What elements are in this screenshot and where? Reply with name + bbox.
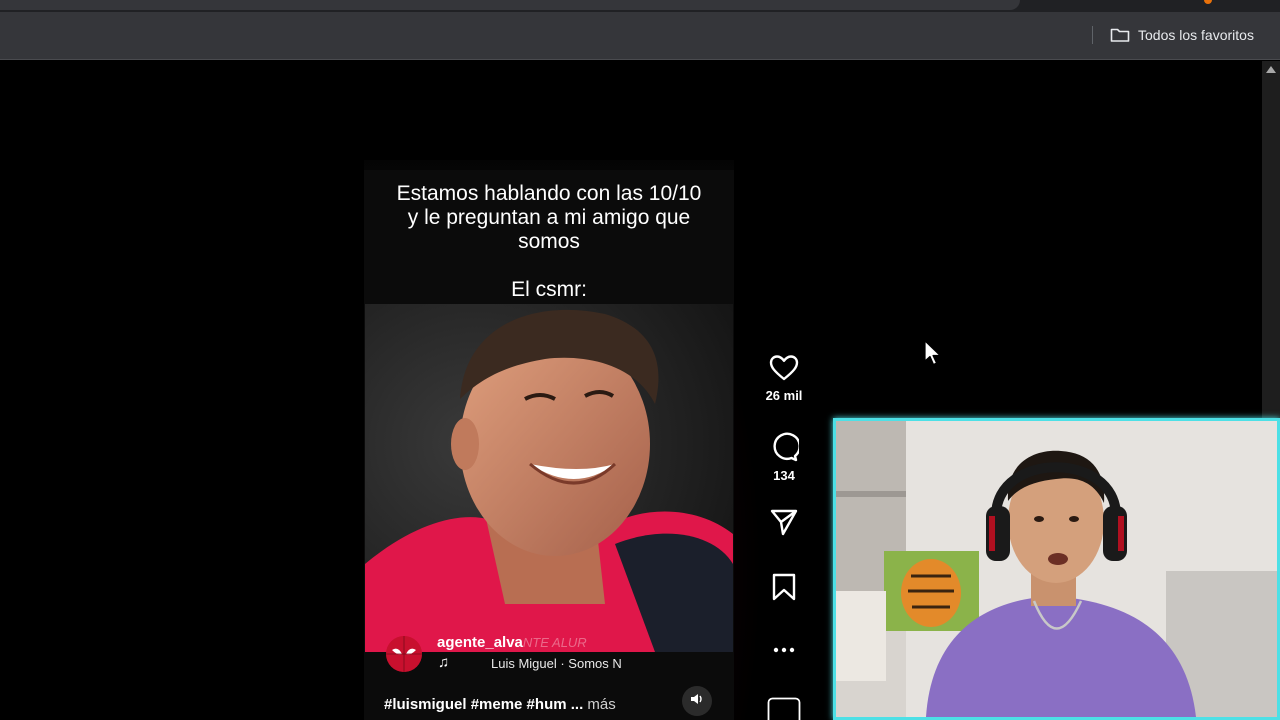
reel-caption: Estamos hablando con las 10/10 y le preg… (364, 182, 734, 254)
bookmark-icon[interactable] (754, 573, 814, 601)
mouse-cursor (924, 340, 942, 371)
folder-icon (1110, 27, 1130, 43)
audio-thumbnail[interactable] (754, 697, 814, 720)
reel-caption-line2: El csmr: (511, 278, 587, 301)
author-username-text[interactable]: agente_alva (437, 634, 523, 651)
like-count: 26 mil (765, 388, 803, 403)
music-note-icon: ♫ (438, 654, 450, 671)
reel-hashtags: #luismiguel #meme #hum ... más (384, 696, 616, 713)
comment-action[interactable]: 134 (754, 432, 814, 483)
author-avatar[interactable] (386, 636, 422, 672)
comment-count: 134 (773, 468, 795, 483)
bookmarks-bar: Todos los favoritos (0, 12, 1280, 60)
address-bar-region[interactable] (0, 0, 1020, 10)
more-icon[interactable] (754, 644, 814, 656)
audio-thumbnail-icon[interactable] (754, 697, 814, 720)
webcam-overlay (833, 418, 1280, 720)
all-bookmarks-button[interactable]: Todos los favoritos (1110, 22, 1254, 48)
hashtags-text[interactable]: #luismiguel #meme #hum ... (384, 696, 583, 713)
all-bookmarks-label: Todos los favoritos (1138, 27, 1254, 43)
profile-indicator (1204, 0, 1212, 4)
username-overlay-text: NTE ALUR (522, 635, 587, 650)
tab-strip (0, 0, 1280, 12)
heart-icon[interactable] (754, 354, 814, 382)
music-track[interactable]: Luis Miguel · Somos N (491, 656, 661, 671)
like-action[interactable]: 26 mil (754, 354, 814, 403)
comment-icon[interactable] (754, 432, 814, 462)
reel-caption-text: Estamos hablando con las 10/10 y le preg… (396, 182, 702, 253)
sound-icon (689, 691, 705, 712)
reel-author-row: agente_alvaNTE ALUR ♫ Luis Miguel · Somo… (386, 634, 716, 674)
mute-button[interactable] (682, 686, 712, 716)
more-link[interactable]: más (587, 696, 615, 713)
scroll-up-arrow[interactable] (1266, 66, 1276, 73)
reel-video[interactable] (365, 304, 733, 652)
reel-card[interactable]: Estamos hablando con las 10/10 y le preg… (364, 160, 734, 720)
options-action[interactable] (754, 644, 814, 656)
reel-top-fade (364, 160, 734, 170)
save-action[interactable] (754, 573, 814, 601)
author-username[interactable]: agente_alvaNTE ALUR (437, 634, 587, 651)
bookmarks-separator (1092, 26, 1093, 44)
send-icon[interactable] (754, 508, 814, 536)
share-action[interactable] (754, 508, 814, 536)
